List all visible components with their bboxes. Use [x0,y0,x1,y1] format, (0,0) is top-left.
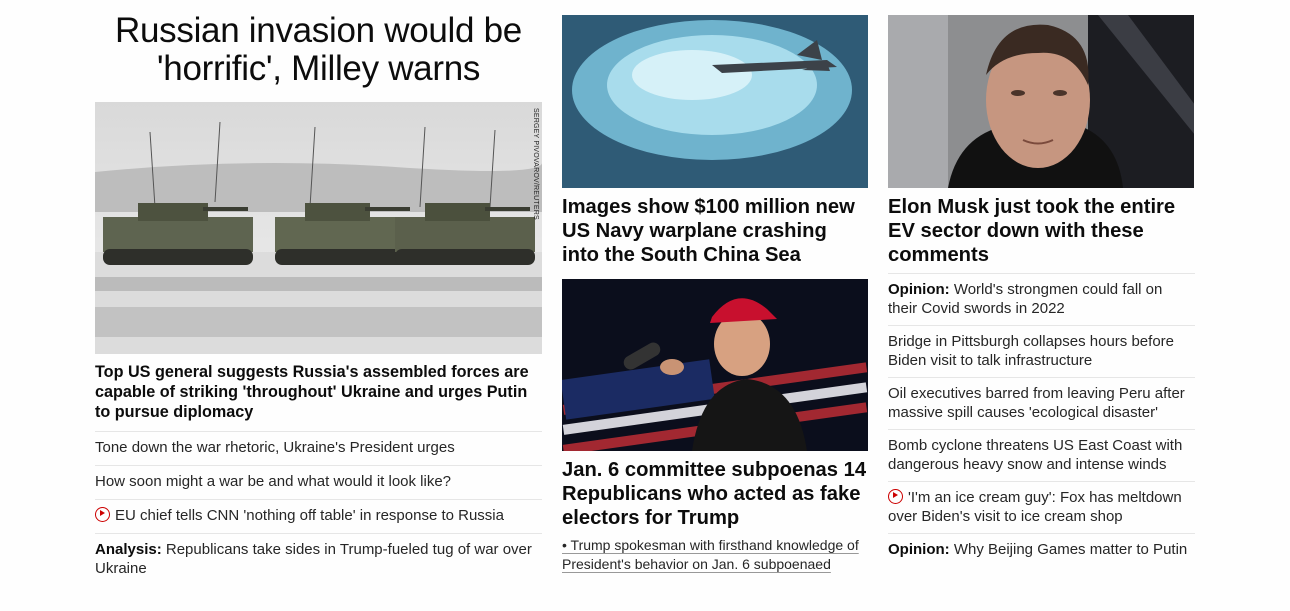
list-item: Bridge in Pittsburgh collapses hours bef… [888,325,1195,377]
trump-headline-link[interactable]: Jan. 6 committee subpoenas 14 Republican… [562,458,868,530]
story-link-3[interactable]: Oil executives barred from leaving Peru … [888,384,1195,422]
lead-related-list: Tone down the war rhetoric, Ukraine's Pr… [95,431,542,586]
story-link-1[interactable]: Opinion: World's strongmen could fall on… [888,280,1195,318]
jet-crash-photo [562,15,868,188]
play-circle-icon [888,489,903,504]
list-item: EU chief tells CNN 'nothing off table' i… [95,499,542,533]
story-link-2[interactable]: Bridge in Pittsburgh collapses hours bef… [888,332,1195,370]
lead-story-column: Russian invasion would be 'horrific', Mi… [95,12,542,586]
trump-rally-photo [562,279,868,451]
trump-card: Jan. 6 committee subpoenas 14 Republican… [562,279,868,574]
story-link-4[interactable]: Bomb cyclone threatens US East Coast wit… [888,436,1195,474]
list-item: Analysis: Republicans take sides in Trum… [95,533,542,586]
lead-image-tanks[interactable]: SERGEY PIVOVAROV/REUTERS [95,102,542,354]
photo-credit: SERGEY PIVOVAROV/REUTERS [532,108,539,220]
right-column: Elon Musk just took the entire EV sector… [888,15,1195,566]
warplane-headline-link[interactable]: Images show $100 million new US Navy war… [562,195,868,267]
related-link-3[interactable]: EU chief tells CNN 'nothing off table' i… [95,506,542,525]
trump-image[interactable] [562,279,868,451]
right-story-list: Opinion: World's strongmen could fall on… [888,273,1195,566]
list-item: Tone down the war rhetoric, Ukraine's Pr… [95,431,542,465]
lead-headline-link[interactable]: Russian invasion would be 'horrific', Mi… [95,12,542,88]
lead-subhead-link[interactable]: Top US general suggests Russia's assembl… [95,362,542,422]
musk-image[interactable] [888,15,1194,188]
musk-headline-link[interactable]: Elon Musk just took the entire EV sector… [888,195,1195,267]
list-item: 'I'm an ice cream guy': Fox has meltdown… [888,481,1195,533]
related-link-4[interactable]: Analysis: Republicans take sides in Trum… [95,540,542,578]
trump-bullet-link[interactable]: • Trump spokesman with firsthand knowled… [562,536,868,574]
warplane-image[interactable] [562,15,868,188]
related-link-1[interactable]: Tone down the war rhetoric, Ukraine's Pr… [95,438,542,457]
list-item: How soon might a war be and what would i… [95,465,542,499]
story-link-6[interactable]: Opinion: Why Beijing Games matter to Put… [888,540,1195,559]
middle-column: Images show $100 million new US Navy war… [562,15,868,574]
list-item: Bomb cyclone threatens US East Coast wit… [888,429,1195,481]
tanks-in-snow-photo [95,102,542,354]
list-item: Opinion: Why Beijing Games matter to Put… [888,533,1195,566]
story-link-5[interactable]: 'I'm an ice cream guy': Fox has meltdown… [888,488,1195,526]
play-circle-icon [95,507,110,522]
tank-group [103,203,535,265]
elon-musk-portrait [888,15,1194,188]
list-item: Opinion: World's strongmen could fall on… [888,273,1195,325]
related-link-2[interactable]: How soon might a war be and what would i… [95,472,542,491]
list-item: Oil executives barred from leaving Peru … [888,377,1195,429]
